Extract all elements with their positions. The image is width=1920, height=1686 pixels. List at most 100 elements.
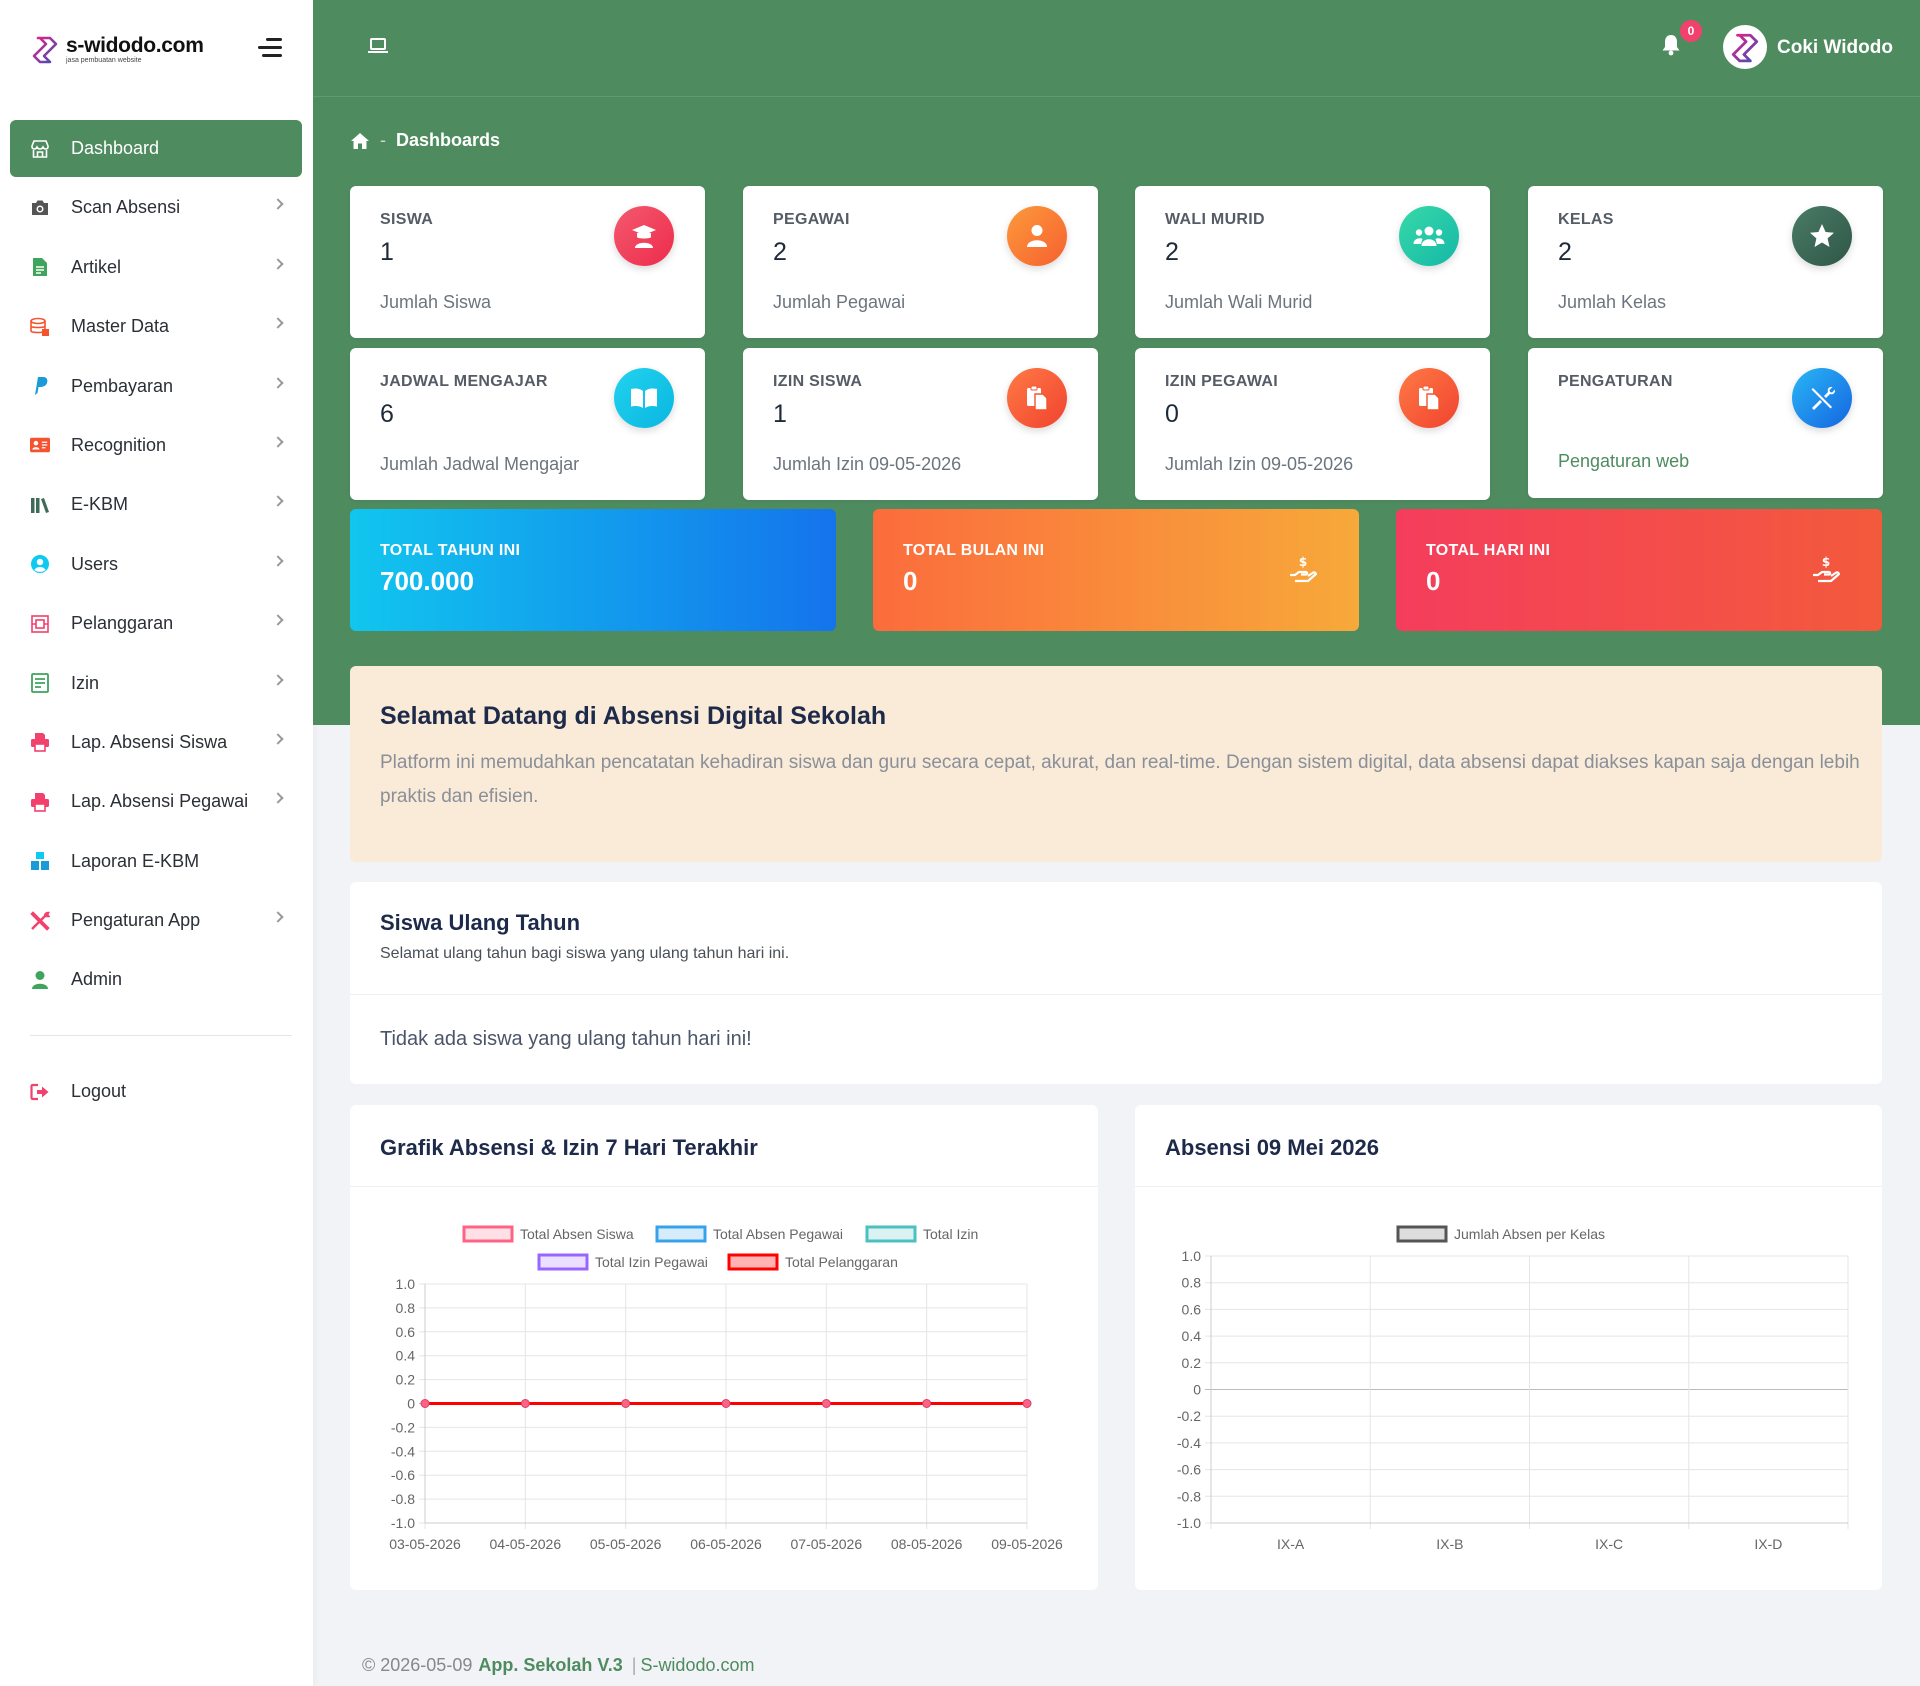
sidebar-item-recognition[interactable]: Recognition bbox=[10, 417, 302, 474]
sidebar-item-lap-absensi-pegawai[interactable]: Lap. Absensi Pegawai bbox=[10, 773, 302, 830]
id-card-icon bbox=[30, 435, 50, 455]
bar-chart: Jumlah Absen per Kelas 1.0 0.8 0.6 0.4 0.2 0 -0… bbox=[1177, 1225, 1849, 1552]
stat-subtitle: Jumlah Siswa bbox=[380, 292, 492, 312]
book-icon bbox=[614, 368, 674, 428]
avatar[interactable] bbox=[1723, 25, 1767, 69]
sidebar-item-dashboard[interactable]: Dashboard bbox=[10, 120, 302, 177]
bell-icon[interactable] bbox=[1661, 34, 1681, 56]
sidebar-item-izin[interactable]: Izin bbox=[10, 655, 302, 712]
data-point bbox=[420, 1399, 430, 1408]
sidebar: s-widodo.com jasa pembuatan website Dash… bbox=[0, 0, 313, 1686]
x-tick-label: 08-05-2026 bbox=[891, 1536, 963, 1552]
stat-title: SISWA bbox=[380, 211, 434, 228]
sidebar-item-lap-absensi-siswa[interactable]: Lap. Absensi Siswa bbox=[10, 714, 302, 771]
sidebar-item-label: Logout bbox=[71, 1081, 127, 1102]
stat-title: KELAS bbox=[1558, 211, 1614, 228]
footer-app-link[interactable]: App. Sekolah V.3 bbox=[478, 1655, 622, 1675]
line-chart: Total Absen Siswa Total Absen Pegawai Tota… bbox=[389, 1225, 1063, 1552]
sidebar-item-e-kbm[interactable]: E-KBM bbox=[10, 476, 302, 533]
welcome-text: Platform ini memudahkan pencatatan kehad… bbox=[380, 752, 1860, 807]
stat-title: IZIN SISWA bbox=[773, 373, 863, 390]
menu-toggle-icon[interactable] bbox=[258, 38, 282, 58]
total-value: 700.000 bbox=[380, 566, 474, 596]
brand[interactable]: s-widodo.com jasa pembuatan website bbox=[0, 0, 313, 98]
welcome-title: Selamat Datang di Absensi Digital Sekola… bbox=[380, 702, 887, 730]
stat-card-izin-pegawai[interactable]: IZIN PEGAWAI 0 Jumlah Izin 09-05-2026 bbox=[1135, 348, 1490, 500]
x-tick-label: IX-B bbox=[1436, 1536, 1463, 1552]
y-tick-label: 0.4 bbox=[1182, 1328, 1202, 1344]
sidebar-item-pengaturan-app[interactable]: Pengaturan App bbox=[10, 892, 302, 949]
sidebar-item-label: Pengaturan App bbox=[71, 910, 201, 931]
y-tick-label: 1.0 bbox=[1182, 1248, 1202, 1264]
stat-card-izin-siswa[interactable]: IZIN SISWA 1 Jumlah Izin 09-05-2026 bbox=[743, 348, 1098, 500]
sidebar-item-pelanggaran[interactable]: Pelanggaran bbox=[10, 595, 302, 652]
chevron-right-icon bbox=[272, 792, 284, 804]
y-tick-label: -0.2 bbox=[391, 1419, 415, 1435]
brand-logo-icon bbox=[32, 36, 58, 64]
sidebar-item-users[interactable]: Users bbox=[10, 536, 302, 593]
stat-subtitle: Jumlah Pegawai bbox=[773, 292, 906, 312]
store-icon bbox=[30, 139, 50, 159]
stat-card-pegawai[interactable]: PEGAWAI 2 Jumlah Pegawai bbox=[743, 186, 1098, 338]
sidebar-item-label: Lap. Absensi Siswa bbox=[71, 731, 228, 752]
users-icon bbox=[1399, 206, 1459, 266]
print-icon bbox=[30, 732, 50, 753]
y-tick-label: 0.4 bbox=[396, 1348, 416, 1364]
sidebar-item-label: Scan Absensi bbox=[71, 197, 181, 218]
y-tick-label: -0.4 bbox=[1177, 1435, 1201, 1451]
laptop-icon[interactable] bbox=[368, 38, 388, 54]
stat-card-pengaturan[interactable]: PENGATURAN Pengaturan web bbox=[1528, 348, 1883, 498]
list-icon bbox=[30, 673, 50, 693]
sidebar-item-laporan-e-kbm[interactable]: Laporan E-KBM bbox=[10, 833, 302, 890]
sidebar-item-artikel[interactable]: Artikel bbox=[10, 239, 302, 296]
sidebar-item-label: Master Data bbox=[71, 316, 170, 337]
total-card-tahun[interactable]: TOTAL TAHUN INI 700.000 bbox=[350, 509, 836, 631]
x-tick-label: 07-05-2026 bbox=[791, 1536, 863, 1552]
stat-subtitle: Jumlah Wali Murid bbox=[1165, 292, 1313, 312]
y-tick-label: 1.0 bbox=[396, 1276, 416, 1292]
graduate-icon bbox=[614, 206, 674, 266]
legend-label: Total Izin Pegawai bbox=[595, 1254, 708, 1270]
total-card-hari[interactable]: TOTAL HARI INI 0 $ bbox=[1396, 509, 1882, 631]
stat-value: 1 bbox=[773, 400, 787, 428]
sidebar-item-label: Izin bbox=[71, 672, 100, 693]
stat-card-kelas[interactable]: KELAS 2 Jumlah Kelas bbox=[1528, 186, 1883, 338]
sidebar-item-scan-absensi[interactable]: Scan Absensi bbox=[10, 179, 302, 236]
total-card-bulan[interactable]: TOTAL BULAN INI 0 $ bbox=[873, 509, 1359, 631]
y-tick-label: -0.2 bbox=[1177, 1408, 1201, 1424]
footer-site-link[interactable]: S-widodo.com bbox=[640, 1655, 754, 1675]
legend-swatch bbox=[462, 1225, 514, 1243]
stat-subtitle: Jumlah Izin 09-05-2026 bbox=[1165, 454, 1354, 474]
sidebar-item-logout[interactable]: Logout bbox=[10, 1063, 302, 1120]
stat-subtitle-link[interactable]: Pengaturan web bbox=[1558, 451, 1689, 472]
sidebar-divider bbox=[30, 1035, 292, 1037]
sidebar-item-master-data[interactable]: Master Data bbox=[10, 298, 302, 355]
footer-separator: | bbox=[631, 1655, 637, 1675]
sidebar-item-label: Dashboard bbox=[71, 138, 160, 158]
chevron-right-icon bbox=[272, 555, 284, 567]
stat-card-siswa[interactable]: SISWA 1 Jumlah Siswa bbox=[350, 186, 705, 338]
x-tick-label: IX-A bbox=[1277, 1536, 1305, 1552]
paste-icon bbox=[1007, 368, 1067, 428]
y-tick-label: 0 bbox=[1193, 1382, 1201, 1398]
database-icon bbox=[30, 317, 50, 337]
sidebar-item-pembayaran[interactable]: Pembayaran bbox=[10, 358, 302, 415]
tools-icon bbox=[30, 910, 50, 931]
user-name[interactable]: Coki Widodo bbox=[1777, 37, 1893, 59]
stat-card-jadwal-mengajar[interactable]: JADWAL MENGAJAR 6 Jumlah Jadwal Mengajar bbox=[350, 348, 705, 500]
total-title: TOTAL HARI INI bbox=[1426, 542, 1551, 559]
brand-tagline: jasa pembuatan website bbox=[66, 57, 142, 64]
total-value: 0 bbox=[1426, 566, 1441, 596]
paste-icon bbox=[1399, 368, 1459, 428]
total-value: 0 bbox=[903, 566, 918, 596]
stat-title: IZIN PEGAWAI bbox=[1165, 373, 1278, 390]
birthday-divider bbox=[350, 994, 1882, 995]
home-icon[interactable] bbox=[350, 132, 370, 150]
sidebar-item-label: Recognition bbox=[71, 434, 167, 455]
print-icon bbox=[30, 792, 50, 812]
breadcrumb: - Dashboards bbox=[350, 130, 500, 151]
stat-card-wali-murid[interactable]: WALI MURID 2 Jumlah Wali Murid bbox=[1135, 186, 1490, 338]
y-tick-label: -0.4 bbox=[391, 1443, 415, 1459]
stat-value: 1 bbox=[380, 238, 394, 266]
sidebar-item-admin[interactable]: Admin bbox=[10, 951, 302, 1008]
